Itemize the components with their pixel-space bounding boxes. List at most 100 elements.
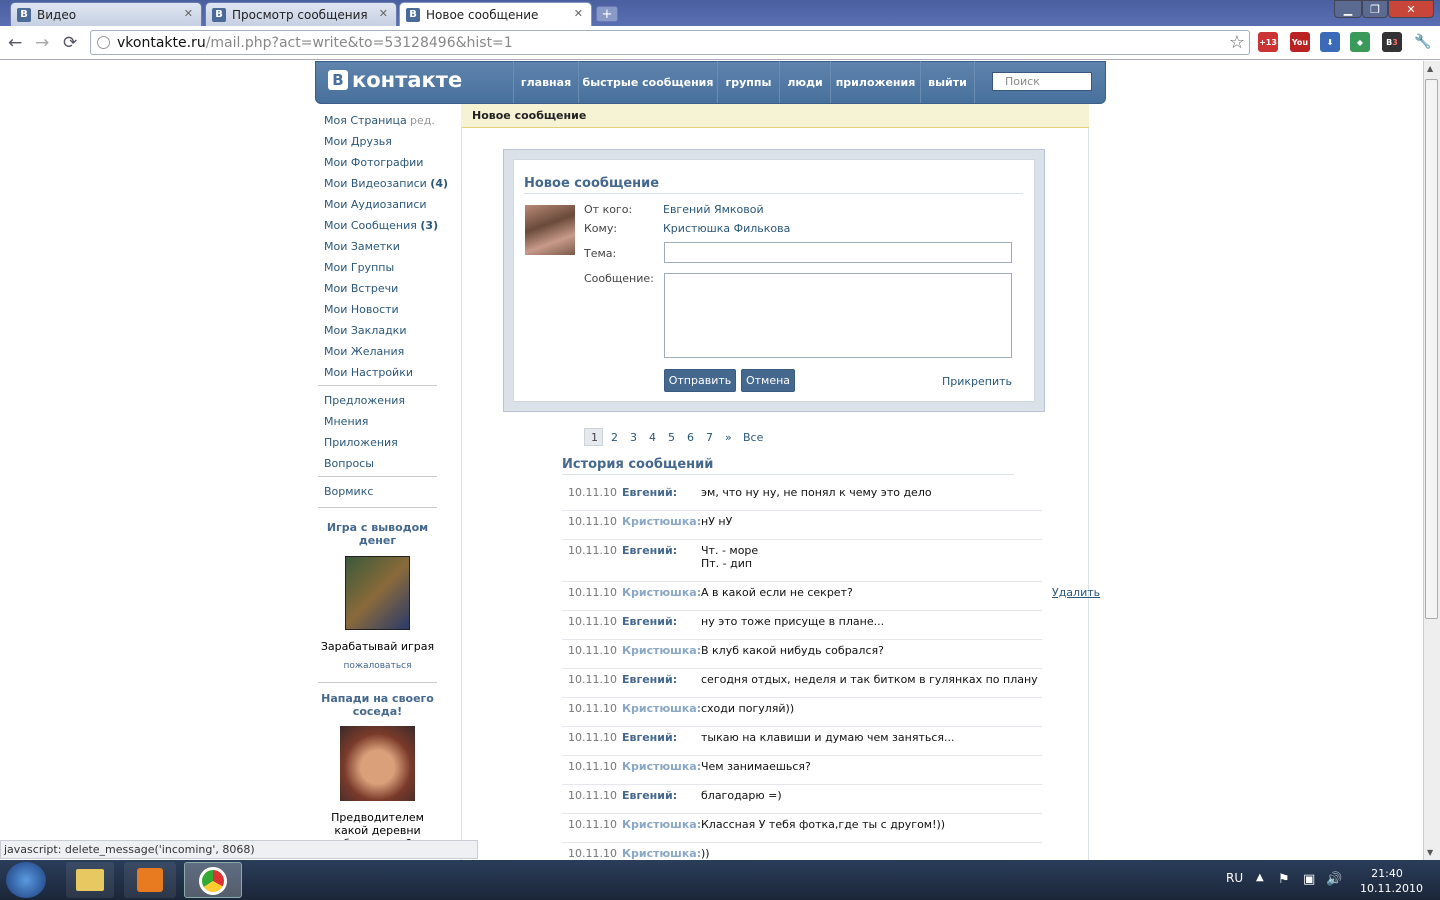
ad-warrior-image[interactable] [340,726,415,801]
message-textarea[interactable] [664,273,1012,358]
tab-view-message[interactable]: B Просмотр сообщения ✕ [205,2,397,26]
sidebar-item-audio[interactable]: Мои Аудиозаписи [324,198,427,211]
ad-title[interactable]: Игра с выводом денег [318,521,437,547]
edit-link[interactable]: ред. [410,114,435,127]
to-user-link[interactable]: Кристюшка Филькова [663,222,790,235]
sidebar-item-apps[interactable]: Приложения [324,436,398,449]
language-indicator[interactable]: RU [1226,871,1243,885]
message-author-link[interactable]: Кристюшка: [622,515,701,528]
ad-title[interactable]: Напади на своего соседа! [318,692,437,718]
sidebar-item-groups[interactable]: Мои Группы [324,261,394,274]
page-next[interactable]: » [725,431,732,444]
sidebar-item-offers[interactable]: Предложения [324,394,405,407]
message-author-link[interactable]: Евгений: [622,615,677,628]
close-icon[interactable]: ✕ [184,7,193,20]
delete-link[interactable]: Удалить [1052,586,1100,599]
forward-icon[interactable]: → [35,33,49,53]
sidebar-item-friends[interactable]: Мои Друзья [324,135,392,148]
subject-input[interactable] [664,242,1012,263]
sidebar-item-bookmarks[interactable]: Мои Закладки [324,324,406,337]
youtube-icon[interactable]: You [1290,32,1310,52]
nav-main[interactable]: главная [513,61,578,103]
scroll-down-icon[interactable]: ▼ [1427,848,1433,857]
cancel-button[interactable]: Отмена [741,369,795,392]
tray-expand-icon[interactable]: ▲ [1256,872,1264,883]
attach-link[interactable]: Прикрепить [942,375,1012,388]
sidebar-item-settings[interactable]: Мои Настройки [324,366,413,379]
close-icon[interactable]: ✕ [379,7,388,20]
media-player-icon[interactable] [124,862,176,898]
avatar[interactable] [525,205,575,255]
page-4[interactable]: 4 [649,431,656,444]
message-author-link[interactable]: Кристюшка: [622,818,701,831]
download-icon[interactable]: ⬇ [1320,32,1340,52]
volume-icon[interactable]: 🔊 [1326,872,1342,887]
address-bar[interactable]: vkontakte.ru/mail.php?act=write&to=53128… [90,30,1250,55]
vk-extension-icon[interactable]: B3 [1382,32,1402,52]
new-tab-button[interactable]: + [596,6,618,22]
message-author-link[interactable]: Кристюшка: [622,702,701,715]
scroll-up-icon[interactable]: ▲ [1427,64,1433,73]
message-author-link[interactable]: Евгений: [622,789,677,802]
vk-logo[interactable]: Вконтакте [328,68,462,92]
message-author-link[interactable]: Кристюшка: [622,586,701,599]
message-author-link[interactable]: Кристюшка: [622,847,701,860]
sidebar-item-news[interactable]: Мои Новости [324,303,399,316]
extension-icon[interactable]: ◆ [1350,32,1370,52]
sidebar-item-notes[interactable]: Мои Заметки [324,240,400,253]
action-center-flag-icon[interactable]: ⚑ [1278,872,1290,887]
tab-video[interactable]: B Видео ✕ [10,2,202,26]
message-author-link[interactable]: Евгений: [622,673,677,686]
nav-groups[interactable]: группы [717,61,779,103]
from-user-link[interactable]: Евгений Ямковой [663,203,764,216]
clock[interactable]: 21:40 10.11.2010 [1360,866,1423,896]
message-author-link[interactable]: Евгений: [622,544,677,557]
page-7[interactable]: 7 [706,431,713,444]
sidebar-item-my-page[interactable]: Моя Страница [324,114,407,127]
sidebar-item-wishes[interactable]: Мои Желания [324,345,404,358]
page-all[interactable]: Все [743,431,763,444]
reload-icon[interactable]: ⟳ [63,33,77,53]
minimize-button[interactable]: ▁ [1334,0,1362,18]
sidebar-item-photos[interactable]: Мои Фотографии [324,156,423,169]
sidebar-item-wormix[interactable]: Вормикс [324,485,373,498]
page-6[interactable]: 6 [687,431,694,444]
message-author-link[interactable]: Кристюшка: [622,644,701,657]
sidebar-item-messages[interactable]: Мои Сообщения (3) [324,219,438,232]
maximize-button[interactable]: ❐ [1362,0,1388,18]
back-icon[interactable]: ← [8,33,22,53]
bookmark-star-icon[interactable]: ☆ [1229,32,1245,53]
message-date: 10.11.10 [568,544,617,557]
search-input[interactable]: Поиск [992,72,1092,91]
tab-new-message[interactable]: B Новое сообщение ✕ [399,2,592,26]
message-author-link[interactable]: Евгений: [622,486,677,499]
extension-mail-icon[interactable]: +13 [1258,32,1278,52]
start-button-icon[interactable] [6,862,46,898]
page-5[interactable]: 5 [668,431,675,444]
sidebar-item-opinions[interactable]: Мнения [324,415,368,428]
nav-logout[interactable]: выйти [920,61,975,103]
ad-text[interactable]: Зарабатывай играя [318,640,437,653]
network-icon[interactable]: ▣ [1303,872,1315,887]
close-window-button[interactable]: ✕ [1388,0,1434,18]
sidebar-item-questions[interactable]: Вопросы [324,457,374,470]
page-3[interactable]: 3 [630,431,637,444]
complain-link[interactable]: пожаловаться [318,661,437,671]
scrollbar-thumb[interactable] [1425,79,1438,619]
ad-game-image[interactable] [345,556,410,630]
page-2[interactable]: 2 [611,431,618,444]
wrench-icon[interactable]: 🔧 [1413,32,1433,52]
page-1[interactable]: 1 [591,431,598,444]
nav-apps[interactable]: приложения [830,61,920,103]
sidebar-item-videos[interactable]: Мои Видеозаписи (4) [324,177,448,190]
message-author-link[interactable]: Кристюшка: [622,760,701,773]
send-button[interactable]: Отправить [664,369,736,392]
explorer-icon[interactable] [66,862,114,898]
nav-people[interactable]: люди [779,61,830,103]
message-author-link[interactable]: Евгений: [622,731,677,744]
sidebar-item-events[interactable]: Мои Встречи [324,282,398,295]
nav-quick-messages[interactable]: быстрые сообщения [578,61,717,103]
close-icon[interactable]: ✕ [574,7,583,20]
message-row: 10.11.10 Евгений: эм, что ну ну, не понял … [562,482,1042,511]
chrome-taskbar-icon[interactable] [184,862,242,898]
